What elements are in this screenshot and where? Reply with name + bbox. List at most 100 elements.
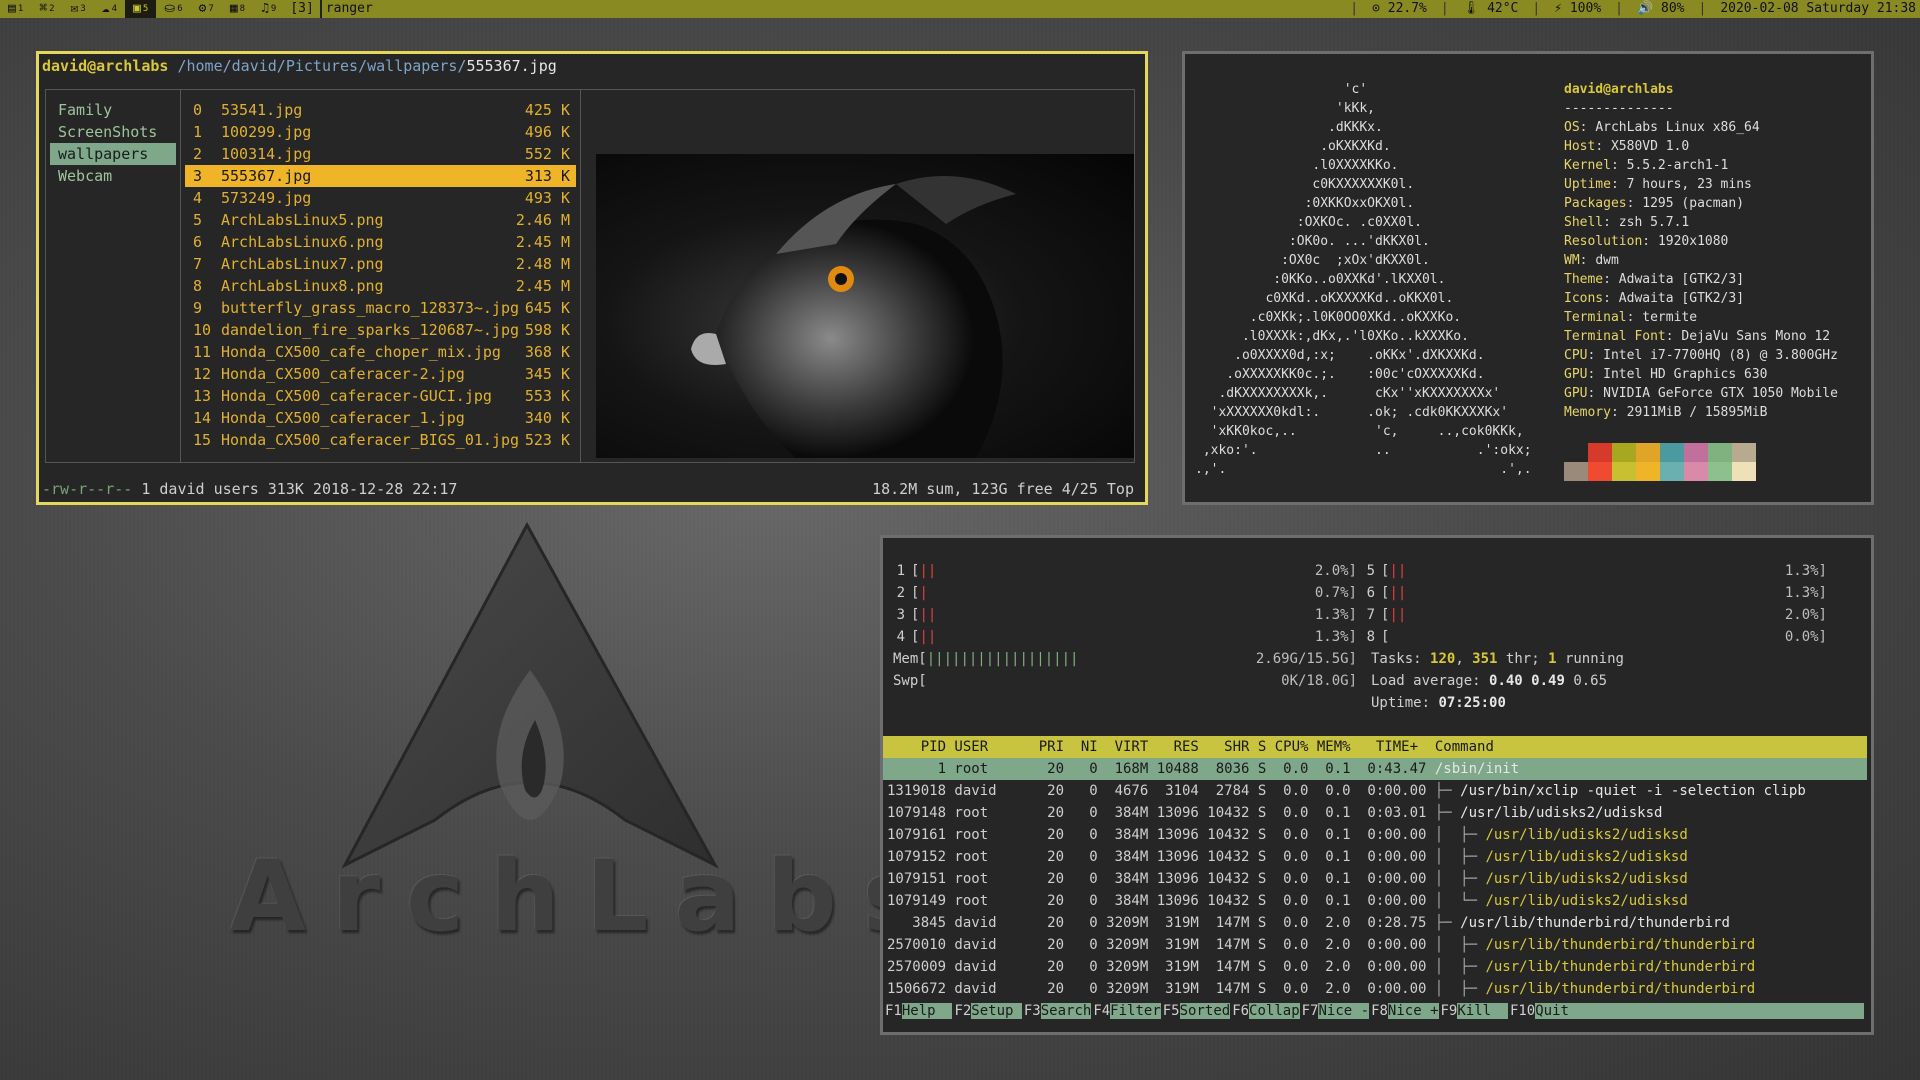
- file-list-item[interactable]: 6 ArchLabsLinux6.png 2.45 M: [185, 231, 576, 253]
- file-list-item[interactable]: 4 573249.jpg 493 K: [185, 187, 576, 209]
- layout-indicator[interactable]: [3]: [284, 0, 319, 18]
- file-size: 368 K: [524, 343, 570, 361]
- process-tree: │ ├─: [1434, 849, 1486, 865]
- parent-dir-item[interactable]: Webcam: [46, 165, 180, 187]
- ranger-window[interactable]: david@archlabs /home/david/Pictures/wall…: [36, 51, 1148, 505]
- cpu-bar: ||: [1389, 563, 1407, 579]
- fkey-f1[interactable]: F1Help: [883, 1000, 953, 1022]
- process-columns: 1079161 root 20 0 384M 13096 10432 S 0.0…: [887, 827, 1435, 843]
- process-row[interactable]: 1 root 20 0 168M 10488 8036 S 0.0 0.1 0:…: [883, 758, 1867, 780]
- file-index: 8: [193, 277, 203, 295]
- process-tree: ├─: [1434, 915, 1461, 931]
- process-row[interactable]: 1079149 root 20 0 384M 13096 10432 S 0.0…: [883, 890, 1867, 912]
- fkey-f4[interactable]: F4Filter: [1091, 1000, 1161, 1022]
- file-list-item[interactable]: 2 100314.jpg 552 K: [185, 143, 576, 165]
- process-row[interactable]: 2570010 david 20 0 3209M 319M 147M S 0.0…: [883, 934, 1867, 956]
- ascii-logo-line: .c0XKk;.l0K0OO0XKd..oKXXKo.: [1195, 310, 1462, 325]
- file-list-item[interactable]: 1 100299.jpg 496 K: [185, 121, 576, 143]
- file-list-item[interactable]: 12 Honda_CX500_caferacer-2.jpg 345 K: [185, 363, 576, 385]
- workspace-tag-1[interactable]: ▤ 1: [0, 0, 31, 18]
- parent-dir-item[interactable]: wallpapers: [50, 143, 176, 165]
- workspace-tag-8[interactable]: ▦ 8: [222, 0, 253, 18]
- volume-status[interactable]: 🔊 80%: [1637, 0, 1685, 18]
- ranger-path: david@archlabs /home/david/Pictures/wall…: [42, 57, 557, 75]
- ascii-logo-line: 'xXXXXXX0kdl:. .ok; .cdk0KKXXXKx': [1195, 405, 1509, 420]
- fkey-label: Filter: [1110, 1003, 1161, 1019]
- cpu-status: ⊙ 22.7%: [1372, 1, 1427, 16]
- fkey-f7[interactable]: F7Nice -: [1300, 1000, 1370, 1022]
- fkey-f5[interactable]: F5Sorted: [1161, 1000, 1231, 1022]
- fkey-f6[interactable]: F6Collap: [1230, 1000, 1300, 1022]
- parent-dir-item[interactable]: Family: [46, 99, 180, 121]
- ascii-logo-line: 'kKk,: [1195, 101, 1376, 116]
- cpu-percent: 1.3%]: [1784, 563, 1827, 579]
- fkey-f2[interactable]: F2Setup: [952, 1000, 1022, 1022]
- fkey-f8[interactable]: F8Nice +: [1369, 1000, 1439, 1022]
- info-key: CPU: [1564, 348, 1588, 363]
- workspace-tag-2[interactable]: ⌘ 2: [31, 0, 62, 18]
- workspace-tag-5[interactable]: ▣ 5: [125, 0, 157, 18]
- file-name: ArchLabsLinux7.png: [221, 255, 384, 273]
- workspace-tag-7[interactable]: ⚙ 7: [191, 0, 222, 18]
- htop-window[interactable]: 1 [|| 2.0%] 2 [| 0.7%] 3 [|| 1.3%] 4 [|| 1.3%] 5 [|| 1…: [880, 535, 1874, 1035]
- info-value: 7 hours, 23 mins: [1626, 177, 1752, 192]
- process-row[interactable]: 1079152 root 20 0 384M 13096 10432 S 0.0…: [883, 846, 1867, 868]
- file-index: 0: [193, 101, 203, 119]
- cpu-percent: 2.0%]: [1314, 563, 1357, 579]
- parent-dir-item[interactable]: ScreenShots: [46, 121, 180, 143]
- cpu-number: 2: [896, 585, 905, 601]
- workspace-number: 2: [49, 4, 55, 14]
- fkey-f9[interactable]: F9Kill: [1439, 1000, 1508, 1022]
- file-list-item[interactable]: 11 Honda_CX500_cafe_choper_mix.jpg 368 K: [185, 341, 576, 363]
- file-list-item[interactable]: 7 ArchLabsLinux7.png 2.48 M: [185, 253, 576, 275]
- parent-directory-column: Family ScreenShots wallpapers Webcam: [46, 90, 181, 462]
- file-list-item[interactable]: 0 53541.jpg 425 K: [185, 99, 576, 121]
- process-row[interactable]: 1506672 david 20 0 3209M 319M 147M S 0.0…: [883, 978, 1867, 1000]
- workspace-icon: ⌘: [39, 1, 48, 16]
- process-table-header[interactable]: PID USER PRI NI VIRT RES SHR S CPU% MEM%…: [883, 736, 1867, 758]
- process-row[interactable]: 1319018 david 20 0 4676 3104 2784 S 0.0 …: [883, 780, 1867, 802]
- info-key: Memory: [1564, 405, 1611, 420]
- workspace-tag-6[interactable]: ⛀ 6: [156, 0, 190, 18]
- file-list-item[interactable]: 10 dandelion_fire_sparks_120687~.jpg 598 K: [185, 319, 576, 341]
- file-list-item[interactable]: 8 ArchLabsLinux8.png 2.45 M: [185, 275, 576, 297]
- ranger-statusline: -rw-r--r-- 1 david users 313K 2018-12-28…: [42, 479, 1142, 499]
- process-row[interactable]: 1079148 root 20 0 384M 13096 10432 S 0.0…: [883, 802, 1867, 824]
- info-row: OS: ArchLabs Linux x86_64: [1564, 120, 1760, 135]
- color-swatch: [1684, 462, 1708, 481]
- eagle-image: [691, 176, 1016, 458]
- process-row[interactable]: 1079151 root 20 0 384M 13096 10432 S 0.0…: [883, 868, 1867, 890]
- system-status: | ⊙ 22.7% | 🌡 42°C | ⚡ 100% | 🔊 80% | 20…: [1350, 0, 1916, 18]
- color-swatch: [1588, 462, 1612, 481]
- file-list-item[interactable]: 5 ArchLabsLinux5.png 2.46 M: [185, 209, 576, 231]
- file-list-item[interactable]: 3 555367.jpg 313 K: [185, 165, 576, 187]
- mem-meter: Mem[|||||||||||||||||| 2.69G/15.5G]: [893, 651, 1357, 667]
- workspace-tag-4[interactable]: ☁ 4: [94, 0, 125, 18]
- process-columns: 1079149 root 20 0 384M 13096 10432 S 0.0…: [887, 893, 1435, 909]
- fkey-number: F4: [1093, 1003, 1111, 1019]
- fkey-f10[interactable]: F10Quit: [1508, 1000, 1864, 1022]
- file-list-item[interactable]: 14 Honda_CX500_caferacer_1.jpg 340 K: [185, 407, 576, 429]
- cpu-meter-2: 2 [| 0.7%]: [883, 582, 1357, 604]
- fkey-f3[interactable]: F3Search: [1022, 1000, 1092, 1022]
- file-list-item[interactable]: 13 Honda_CX500_caferacer-GUCI.jpg 553 K: [185, 385, 576, 407]
- process-row[interactable]: 3845 david 20 0 3209M 319M 147M S 0.0 2.…: [883, 912, 1867, 934]
- file-list-item[interactable]: 15 Honda_CX500_caferacer_BIGS_01.jpg 523 K: [185, 429, 576, 451]
- file-name: ArchLabsLinux5.png: [221, 211, 384, 229]
- neofetch-window[interactable]: 'c' 'kKk, .dKKKx. .oKXKXKd. .l0XXXXKKo. …: [1182, 51, 1874, 505]
- cpu-number: 4: [896, 629, 905, 645]
- info-row: Uptime: 7 hours, 23 mins: [1564, 177, 1752, 192]
- system-info: david@archlabs -------------- OS: ArchLa…: [1564, 80, 1838, 422]
- cpu-percent: 2.0%]: [1784, 607, 1827, 623]
- process-row[interactable]: 1079161 root 20 0 384M 13096 10432 S 0.0…: [883, 824, 1867, 846]
- process-row[interactable]: 2570009 david 20 0 3209M 319M 147M S 0.0…: [883, 956, 1867, 978]
- window-title: ranger: [319, 0, 377, 18]
- workspace-tag-9[interactable]: ♫ 9: [253, 0, 284, 18]
- info-value: Intel i7-7700HQ (8) @ 3.800GHz: [1603, 348, 1838, 363]
- file-size: 340 K: [524, 409, 570, 427]
- workspace-tag-3[interactable]: ✉ 3: [63, 0, 94, 18]
- file-index: 13: [193, 387, 212, 405]
- file-list-item[interactable]: 9 butterfly_grass_macro_128373~.jpg 645 K: [185, 297, 576, 319]
- process-tree: │ ├─: [1434, 937, 1486, 953]
- process-command: /usr/lib/udisks2/udisksd: [1485, 849, 1688, 865]
